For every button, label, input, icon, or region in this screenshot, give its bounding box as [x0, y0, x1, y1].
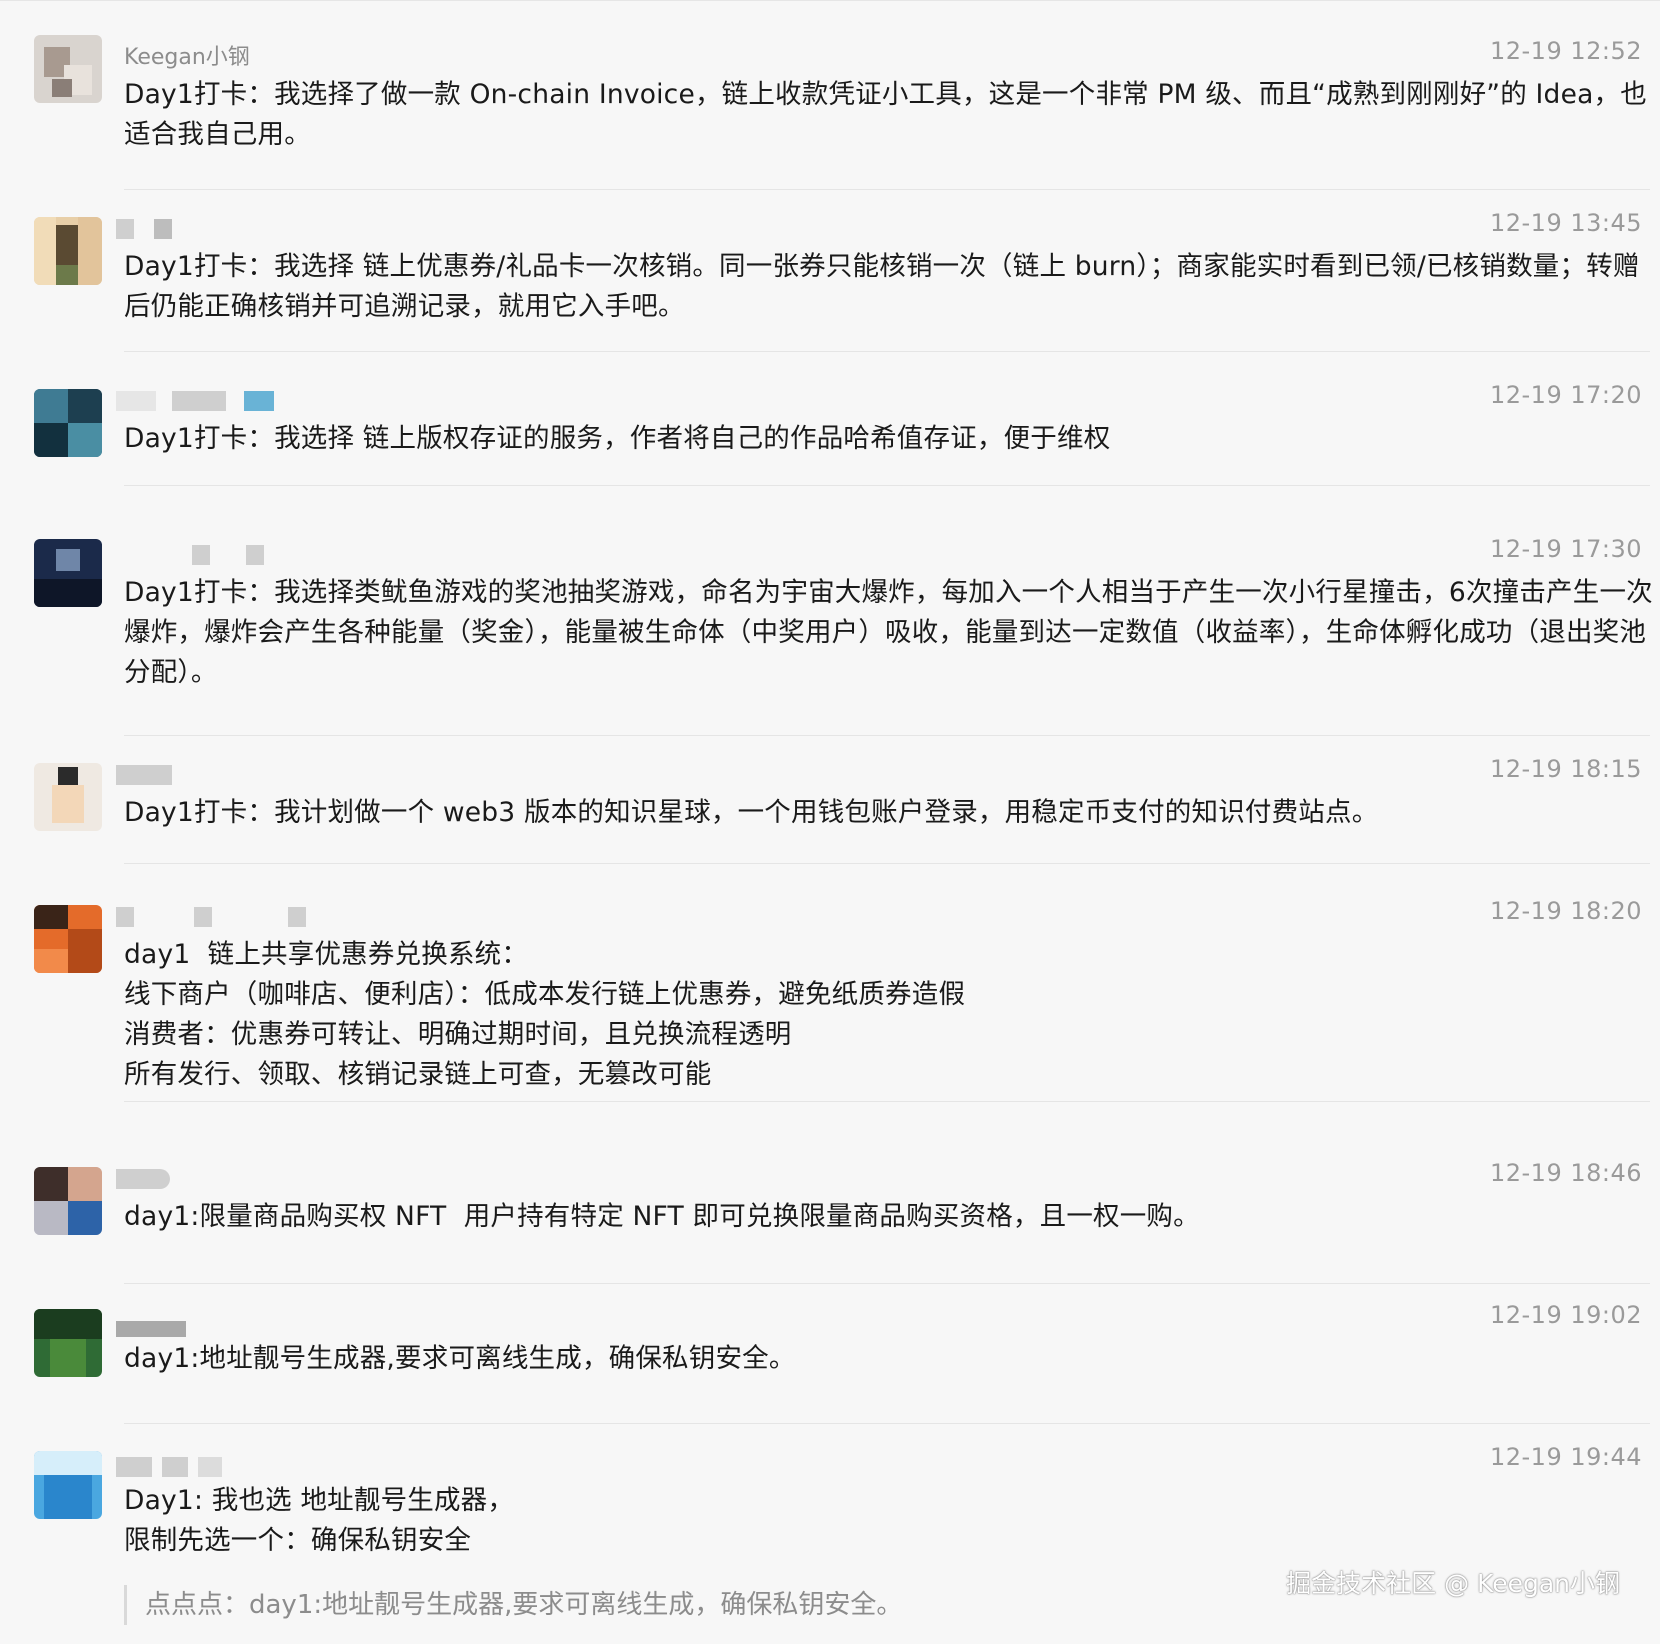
divider [124, 189, 1650, 190]
comment-time: 12-19 17:30 [1489, 535, 1642, 563]
divider [124, 1283, 1650, 1284]
avatar[interactable] [34, 1167, 102, 1235]
divider [124, 485, 1650, 486]
quoted-reply: 点点点：day1:地址靓号生成器,要求可离线生成，确保私钥安全。 [124, 1585, 902, 1625]
avatar[interactable] [34, 1309, 102, 1377]
comment-text: day1:地址靓号生成器,要求可离线生成，确保私钥安全。 [124, 1343, 796, 1374]
comment-time: 12-19 13:45 [1489, 209, 1642, 237]
comment-text: day1 链上共享优惠券兑换系统： 线下商户（咖啡店、便利店）：低成本发行链上优… [124, 939, 966, 1090]
comment-text: Day1打卡：我选择类鱿鱼游戏的奖池抽奖游戏，命名为宇宙大爆炸，每加入一个人相当… [124, 577, 1653, 688]
comment-feed-page: Keegan小钢 12-19 12:52 Day1打卡：我选择了做一款 On-c… [0, 0, 1660, 1644]
avatar[interactable] [34, 763, 102, 831]
comment-text: Day1打卡：我计划做一个 web3 版本的知识星球，一个用钱包账户登录，用稳定… [124, 797, 1379, 828]
comment-time: 12-19 18:46 [1489, 1159, 1642, 1187]
comment-time: 12-19 19:02 [1489, 1301, 1642, 1329]
avatar[interactable] [34, 389, 102, 457]
comment-text: Day1: 我也选 地址靓号生成器， 限制先选一个：确保私钥安全 [124, 1485, 515, 1556]
comment-time: 12-19 18:15 [1489, 755, 1642, 783]
avatar[interactable] [34, 217, 102, 285]
divider [124, 863, 1650, 864]
watermark: 掘金技术社区 @ Keegan小钢 [1286, 1569, 1620, 1598]
divider [124, 1101, 1650, 1102]
comment-text: Day1打卡：我选择 链上版权存证的服务，作者将自己的作品哈希值存证，便于维权 [124, 423, 1111, 454]
comment-time: 12-19 18:20 [1489, 897, 1642, 925]
avatar[interactable] [34, 905, 102, 973]
avatar[interactable] [34, 35, 102, 103]
avatar[interactable] [34, 539, 102, 607]
divider [124, 735, 1650, 736]
comment-text: Day1打卡：我选择 链上优惠券/礼品卡一次核销。同一张券只能核销一次（链上 b… [124, 251, 1640, 322]
divider [124, 1423, 1650, 1424]
comment-time: 12-19 12:52 [1489, 37, 1642, 65]
comment-text: day1:限量商品购买权 NFT 用户持有特定 NFT 即可兑换限量商品购买资格… [124, 1201, 1200, 1232]
comment-text: Day1打卡：我选择了做一款 On-chain Invoice，链上收款凭证小工… [124, 79, 1647, 150]
author-name[interactable]: Keegan小钢 [124, 39, 250, 71]
avatar[interactable] [34, 1451, 102, 1519]
comment-time: 12-19 19:44 [1489, 1443, 1642, 1471]
comment-time: 12-19 17:20 [1489, 381, 1642, 409]
divider [124, 351, 1650, 352]
